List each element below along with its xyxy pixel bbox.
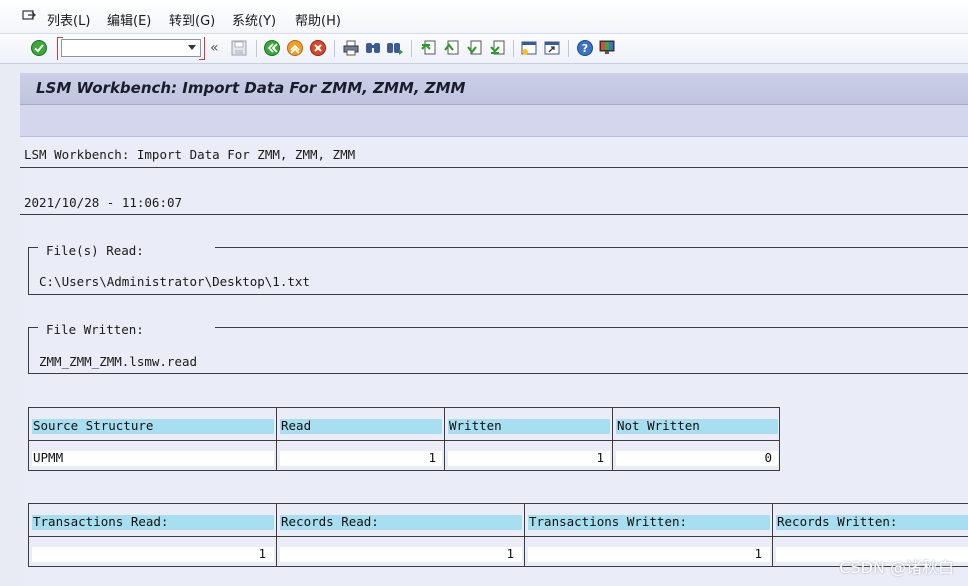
cell-transactions-read: 1 [258,546,266,561]
command-field[interactable] [61,39,201,57]
find-next-icon[interactable] [386,39,404,57]
frame-border [28,327,38,328]
frame-border [28,327,29,374]
svg-text:?: ? [582,42,588,55]
cell-records-read: 1 [506,546,514,561]
toolbar-separator [568,40,569,57]
previous-page-icon[interactable] [442,39,460,57]
screen-title-bar: LSM Workbench: Import Data For ZMM, ZMM,… [20,73,968,105]
cell-transactions-written: 1 [754,546,762,561]
column-header-transactions-written: Transactions Written: [529,514,688,529]
toolbar-separator [411,40,412,57]
column-header-records-read: Records Read: [281,514,379,529]
command-field-frame [57,37,205,60]
standard-toolbar: « ? [0,34,968,64]
screen-title: LSM Workbench: Import Data For ZMM, ZMM,… [36,79,466,97]
frame-border [28,294,968,295]
report-list: LSM Workbench: Import Data For ZMM, ZMM,… [20,137,968,586]
column-header-written: Written [449,418,502,433]
menu-goto[interactable]: 转到(G) [169,10,215,29]
application-toolbar [20,105,968,137]
divider [20,167,968,168]
frame-border [215,247,968,248]
last-page-icon[interactable] [488,39,506,57]
frame-border [28,247,29,295]
column-header-records-written: Records Written: [777,514,898,529]
structure-table: Source Structure Read Written Not Writte… [28,407,780,471]
report-heading: LSM Workbench: Import Data For ZMM, ZMM,… [24,147,356,162]
first-page-icon[interactable] [419,39,437,57]
column-header-source-structure: Source Structure [33,418,154,433]
frame-border [28,247,38,248]
exit-icon[interactable] [286,39,304,57]
cell-written: 1 [596,450,604,465]
menu-system[interactable]: 系统(Y) [232,10,276,29]
column-header-read: Read [281,418,312,433]
system-menu-icon[interactable] [22,10,36,22]
column-header-not-written: Not Written [617,418,700,433]
chevron-down-icon[interactable] [188,45,196,50]
files-read-path: C:\Users\Administrator\Desktop\1.txt [39,274,310,289]
totals-table: Transactions Read: Records Read: Transac… [28,503,968,567]
toolbar-separator [334,40,335,57]
menu-list[interactable]: 列表(L) [47,10,90,29]
save-icon[interactable] [230,39,248,57]
collapse-command-field-button[interactable]: « [210,40,219,56]
file-written-label: File Written: [46,322,144,337]
back-icon[interactable] [263,39,281,57]
watermark: CSDN @诸秋白 [839,558,954,577]
shortcut-icon[interactable] [543,39,561,57]
find-icon[interactable] [364,39,382,57]
help-icon[interactable]: ? [576,39,594,57]
column-header-transactions-read: Transactions Read: [33,514,169,529]
menu-bar: 列表(L) 编辑(E) 转到(G) 系统(Y) 帮助(H) [0,0,968,34]
file-written-name: ZMM_ZMM_ZMM.lsmw.read [39,354,198,369]
frame-border [28,373,968,374]
cell-source-structure: UPMM [33,450,64,465]
menu-edit[interactable]: 编辑(E) [107,10,151,29]
create-session-icon[interactable] [520,39,538,57]
toolbar-separator [256,40,257,57]
customize-layout-icon[interactable] [598,39,616,57]
divider [20,214,968,215]
frame-border [215,327,968,328]
toolbar-separator [513,40,514,57]
enter-icon[interactable] [30,39,48,57]
report-timestamp: 2021/10/28 - 11:06:07 [24,195,183,210]
print-icon[interactable] [342,39,360,57]
cancel-icon[interactable] [309,39,327,57]
menu-help[interactable]: 帮助(H) [295,10,341,29]
next-page-icon[interactable] [465,39,483,57]
cell-read: 1 [428,450,436,465]
files-read-label: File(s) Read: [46,243,144,258]
cell-not-written: 0 [764,450,772,465]
